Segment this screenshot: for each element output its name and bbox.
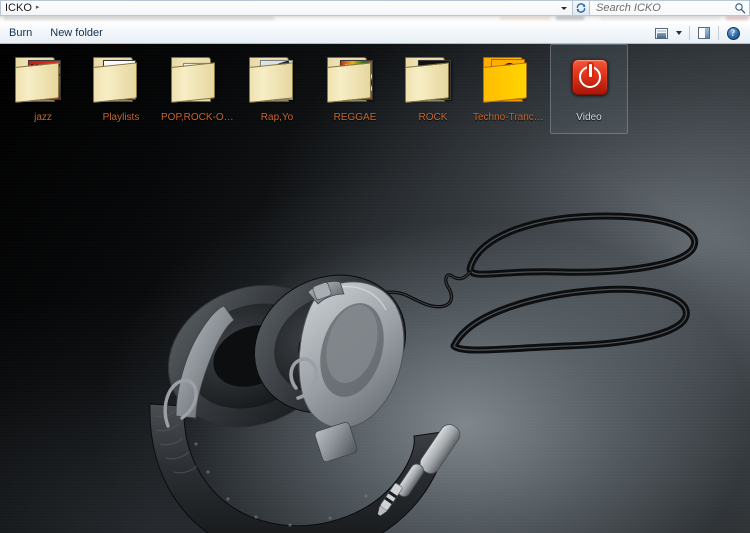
file-item-rock[interactable]: ROCK: [394, 44, 472, 134]
file-label: jazz: [34, 112, 52, 123]
search-input[interactable]: Search ICKO: [596, 2, 734, 14]
toolbar-separator: [689, 26, 690, 40]
shortcut-thumbnail: [557, 49, 621, 109]
file-item-pop-rock[interactable]: POP,ROCK-OVO-...: [160, 44, 238, 134]
help-icon: ?: [726, 26, 740, 40]
chevron-down-icon: [676, 31, 682, 35]
change-view-button[interactable]: [650, 24, 672, 42]
explorer-window: ICKO ▸ Search ICKO Burn New folder ? jaz…: [0, 0, 750, 533]
preview-pane-icon: [698, 27, 710, 39]
folder-icon: [249, 57, 305, 103]
blur-artifact: [556, 16, 584, 20]
address-history-dropdown-button[interactable]: [556, 0, 572, 16]
toolbar-divider-strip: [0, 16, 750, 23]
file-item-playlists[interactable]: Playlists: [82, 44, 160, 134]
new-folder-button[interactable]: New folder: [41, 24, 112, 43]
folder-front: [171, 62, 215, 103]
file-label: REGGAE: [333, 112, 377, 123]
search-box[interactable]: Search ICKO: [590, 0, 750, 16]
folder-icon: [405, 57, 461, 103]
icon-grid[interactable]: JAZZ jazz: [0, 44, 750, 139]
folder-thumbnail: [89, 49, 153, 109]
folder-front: [405, 62, 449, 103]
blur-artifact: [726, 16, 748, 20]
refresh-button[interactable]: [572, 0, 590, 16]
power-button-icon: [572, 59, 608, 95]
file-label: Playlists: [102, 112, 140, 123]
file-item-video[interactable]: Video: [550, 44, 628, 134]
file-label: POP,ROCK-OVO-...: [161, 112, 237, 123]
preview-pane-button[interactable]: [693, 24, 715, 42]
folder-icon: CAUTION EXCESSIVESOUND LEVELS: [483, 57, 539, 103]
file-label: Techno-Trance-H...: [473, 112, 549, 123]
burn-button[interactable]: Burn: [0, 24, 41, 43]
folder-thumbnail: REGGAE: [323, 49, 387, 109]
file-label: ROCK: [418, 112, 448, 123]
folder-icon: [93, 57, 149, 103]
folder-front: [93, 62, 137, 103]
pane-right: [705, 28, 709, 38]
folder-front: [15, 62, 59, 103]
folder-icon: JAZZ: [15, 57, 71, 103]
folder-thumbnail: [401, 49, 465, 109]
folder-thumbnail: CAUTION EXCESSIVESOUND LEVELS: [479, 49, 543, 109]
power-ring: [579, 64, 601, 88]
blur-artifact: [500, 16, 550, 20]
file-label: Rap,Yo: [260, 112, 294, 123]
folder-thumbnail: [167, 49, 231, 109]
breadcrumb[interactable]: ICKO ▸: [0, 0, 556, 16]
address-bar: ICKO ▸ Search ICKO: [0, 0, 750, 16]
file-label: Video: [576, 112, 602, 123]
file-item-techno-trance[interactable]: CAUTION EXCESSIVESOUND LEVELS Techno-Tra…: [472, 44, 550, 134]
view-options-dropdown-button[interactable]: [672, 24, 686, 42]
blur-artifact: [600, 16, 720, 20]
folder-thumbnail: JAZZ: [11, 49, 75, 109]
file-item-rap-yo[interactable]: Rap,Yo: [238, 44, 316, 134]
file-item-jazz[interactable]: JAZZ jazz: [4, 44, 82, 134]
breadcrumb-item-icko[interactable]: ICKO: [5, 2, 32, 14]
blur-artifact: [4, 16, 274, 20]
folder-icon: REGGAE: [327, 57, 383, 103]
breadcrumb-chevron-icon[interactable]: ▸: [36, 2, 40, 14]
change-view-icon: [654, 27, 668, 39]
help-button[interactable]: ?: [722, 24, 744, 42]
file-item-reggae[interactable]: REGGAE REGGAE: [316, 44, 394, 134]
folder-front: [327, 62, 371, 103]
toolbar-separator: [718, 26, 719, 40]
command-bar: Burn New folder ?: [0, 23, 750, 44]
folder-front: [249, 62, 293, 103]
search-icon: [735, 3, 746, 14]
refresh-icon: [576, 3, 586, 13]
chevron-down-icon: [561, 6, 567, 10]
folder-icon: [171, 57, 227, 103]
folder-thumbnail: [245, 49, 309, 109]
folder-front: [483, 62, 527, 103]
